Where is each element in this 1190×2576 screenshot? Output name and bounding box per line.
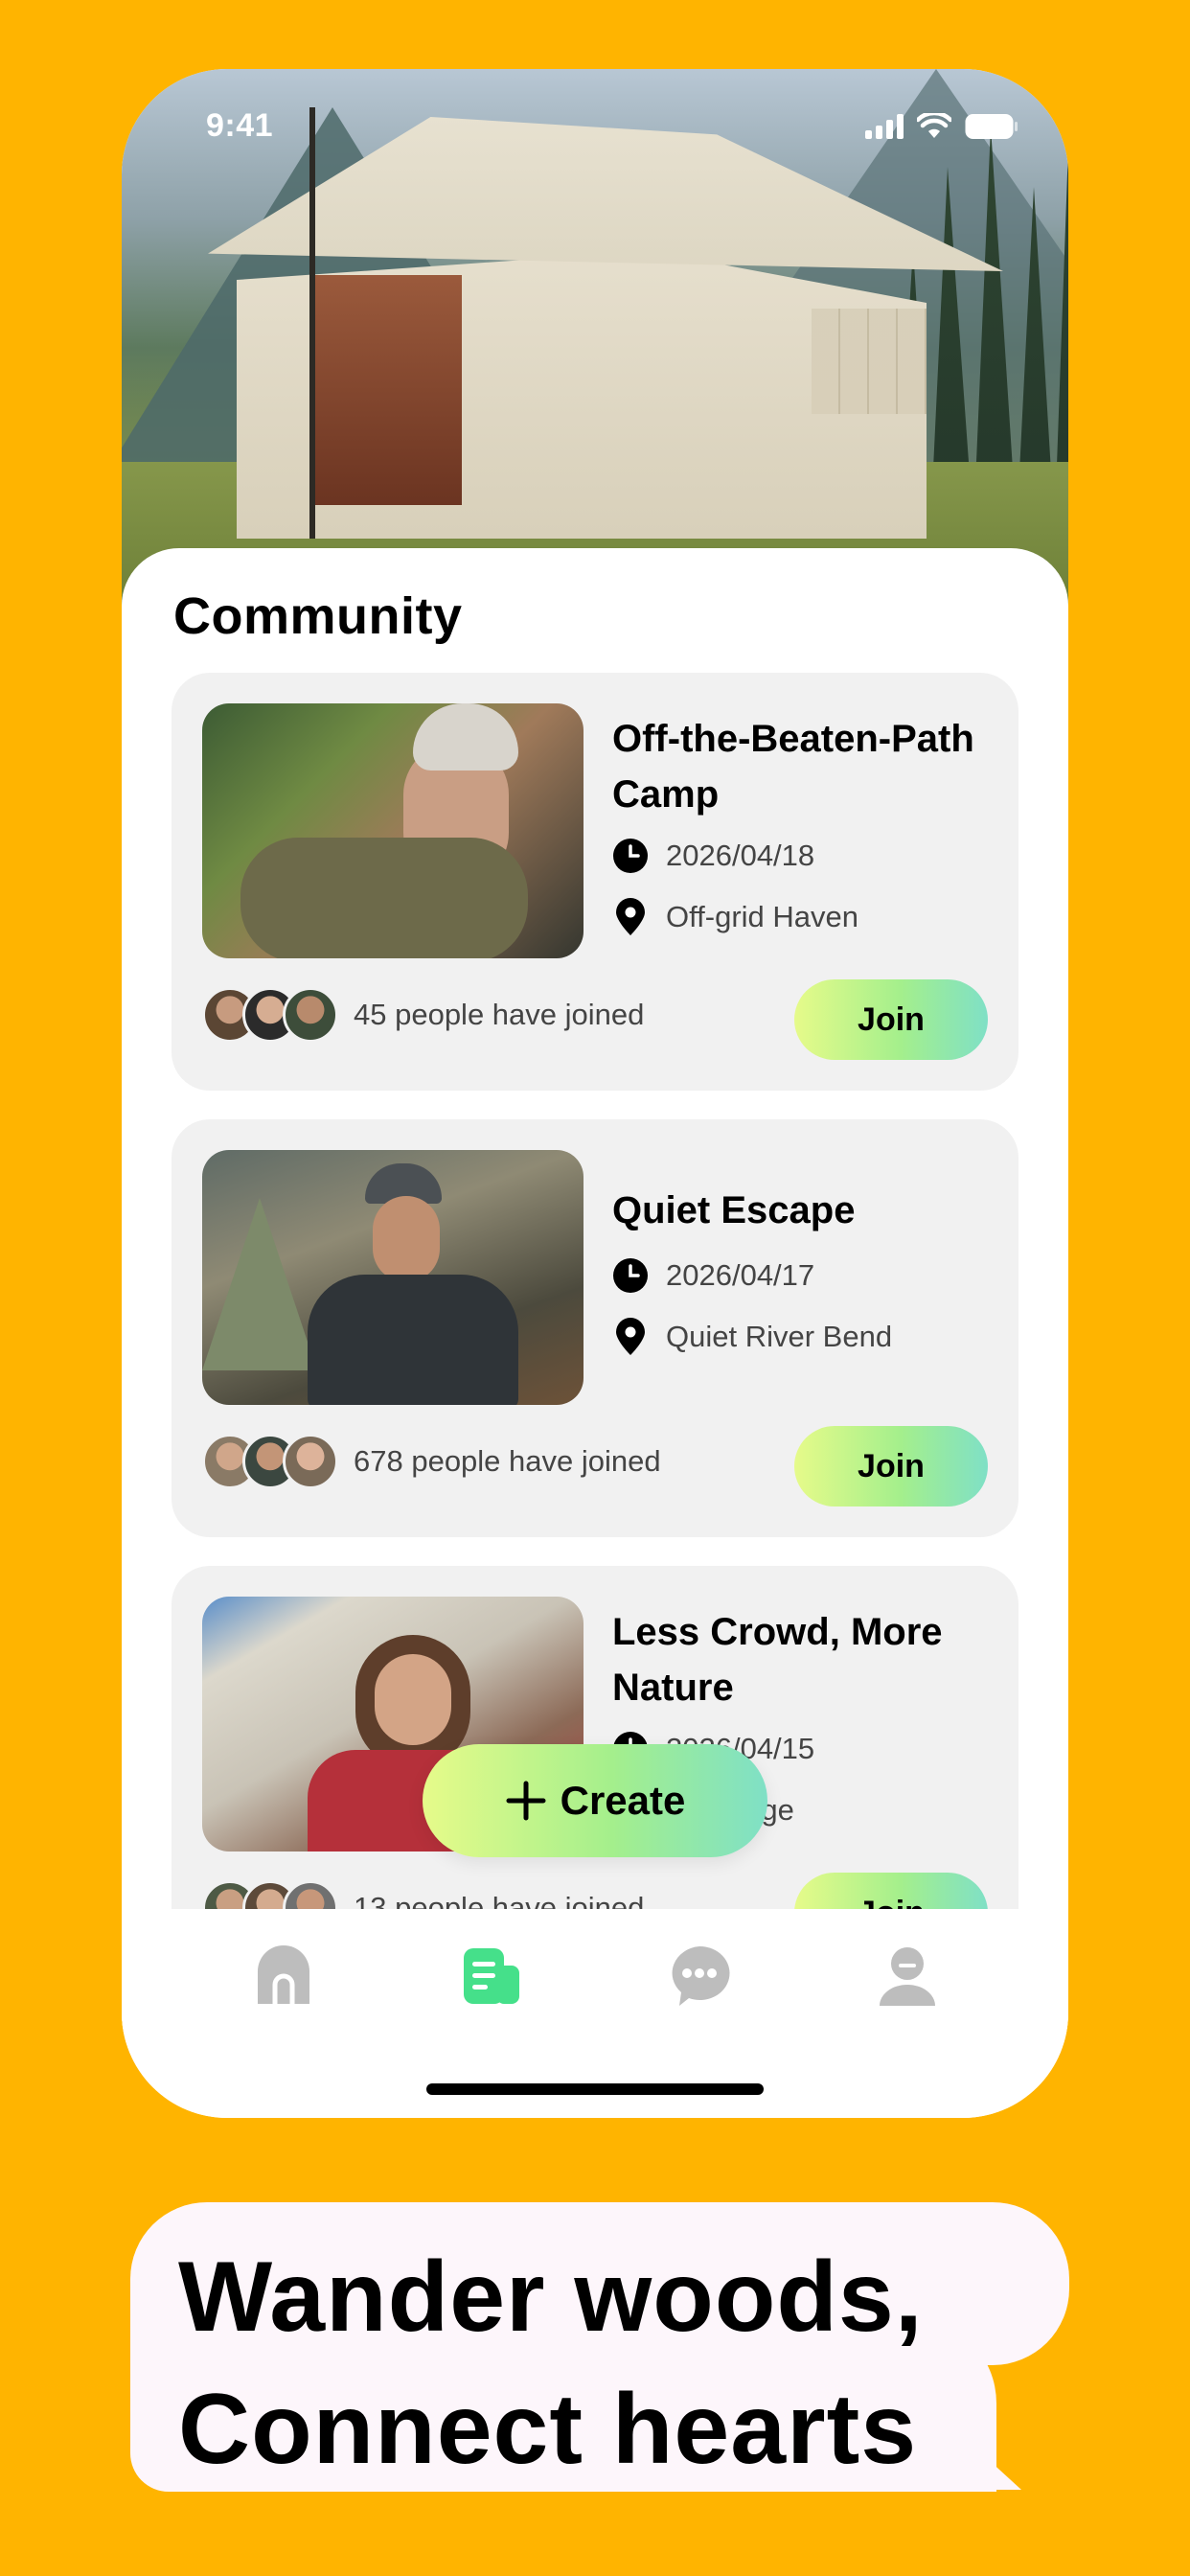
status-bar: 9:41: [122, 69, 1068, 184]
event-location: Quiet River Bend: [612, 1318, 893, 1355]
avatar-stack: [202, 1434, 338, 1489]
caption-line-1: Wander woods,: [178, 2242, 924, 2353]
event-photo: [202, 1150, 584, 1405]
create-button[interactable]: Create: [423, 1744, 767, 1857]
caption-text: Wander woods, Connect hearts: [178, 2231, 924, 2496]
event-title: Off-the-Beaten-Path Camp: [612, 718, 974, 816]
phone-frame: 9:41 Community Off-the-Beaten-Path Camp …: [122, 69, 1068, 2118]
wifi-icon: [917, 113, 951, 138]
event-title: Quiet Escape: [612, 1189, 856, 1231]
event-location: Off-grid Haven: [612, 898, 859, 935]
event-date-text: 2026/04/18: [666, 839, 815, 872]
event-card[interactable]: Less Crowd, More Nature 2026/04/15 Cliff…: [172, 1566, 1018, 1909]
location-pin-icon: [612, 898, 649, 935]
event-date-text: 2026/04/17: [666, 1258, 815, 1292]
signal-icon: [865, 114, 904, 139]
card-list[interactable]: Off-the-Beaten-Path Camp 2026/04/18 Off-…: [122, 548, 1068, 1909]
avatar: [283, 1880, 338, 1909]
joined-count: 678 people have joined: [354, 1444, 661, 1478]
avatar-stack: [202, 987, 338, 1043]
tab-messages[interactable]: [652, 1928, 747, 2024]
join-button[interactable]: Join: [794, 1426, 988, 1506]
tab-profile[interactable]: [859, 1928, 955, 2024]
plus-icon: [506, 1781, 546, 1821]
clock-icon: [612, 838, 649, 874]
joined-count: 13 people have joined: [354, 1891, 645, 1909]
event-location-text: Off-grid Haven: [666, 900, 859, 933]
status-time: 9:41: [206, 107, 274, 144]
create-button-label: Create: [560, 1778, 686, 1823]
tab-home[interactable]: [236, 1928, 332, 2024]
community-sheet: Community Off-the-Beaten-Path Camp 2026/…: [122, 548, 1068, 2118]
event-card[interactable]: Off-the-Beaten-Path Camp 2026/04/18 Off-…: [172, 673, 1018, 1091]
avatar: [283, 987, 338, 1043]
home-icon: [257, 1945, 309, 2004]
join-button[interactable]: Join: [794, 1873, 988, 1909]
location-pin-icon: [612, 1318, 649, 1355]
event-date: 2026/04/18: [612, 838, 814, 874]
tab-posts[interactable]: [444, 1928, 539, 2024]
status-icons: [865, 113, 1018, 140]
caption-bubble: Wander woods, Connect hearts: [130, 2202, 1069, 2492]
joined-count: 45 people have joined: [354, 998, 645, 1031]
avatar: [283, 1434, 338, 1489]
caption-line-2: Connect hearts: [178, 2374, 918, 2485]
join-button[interactable]: Join: [794, 979, 988, 1060]
joined-row: 678 people have joined: [202, 1434, 661, 1489]
event-card[interactable]: Quiet Escape 2026/04/17 Quiet River Bend: [172, 1119, 1018, 1537]
profile-icon: [879, 1947, 935, 2006]
event-title: Less Crowd, More Nature: [612, 1611, 943, 1709]
avatar-stack: [202, 1880, 338, 1909]
joined-row: 13 people have joined: [202, 1880, 644, 1909]
posts-icon: [463, 1948, 519, 2004]
chat-bubble-icon: [672, 1945, 729, 2006]
event-photo: [202, 703, 584, 958]
clock-icon: [612, 1257, 649, 1294]
battery-icon: [965, 114, 1018, 139]
tab-bar: [122, 1909, 1068, 2043]
home-indicator: [426, 2083, 764, 2095]
event-location-text: Quiet River Bend: [666, 1320, 893, 1353]
event-date: 2026/04/17: [612, 1257, 814, 1294]
joined-row: 45 people have joined: [202, 987, 644, 1043]
